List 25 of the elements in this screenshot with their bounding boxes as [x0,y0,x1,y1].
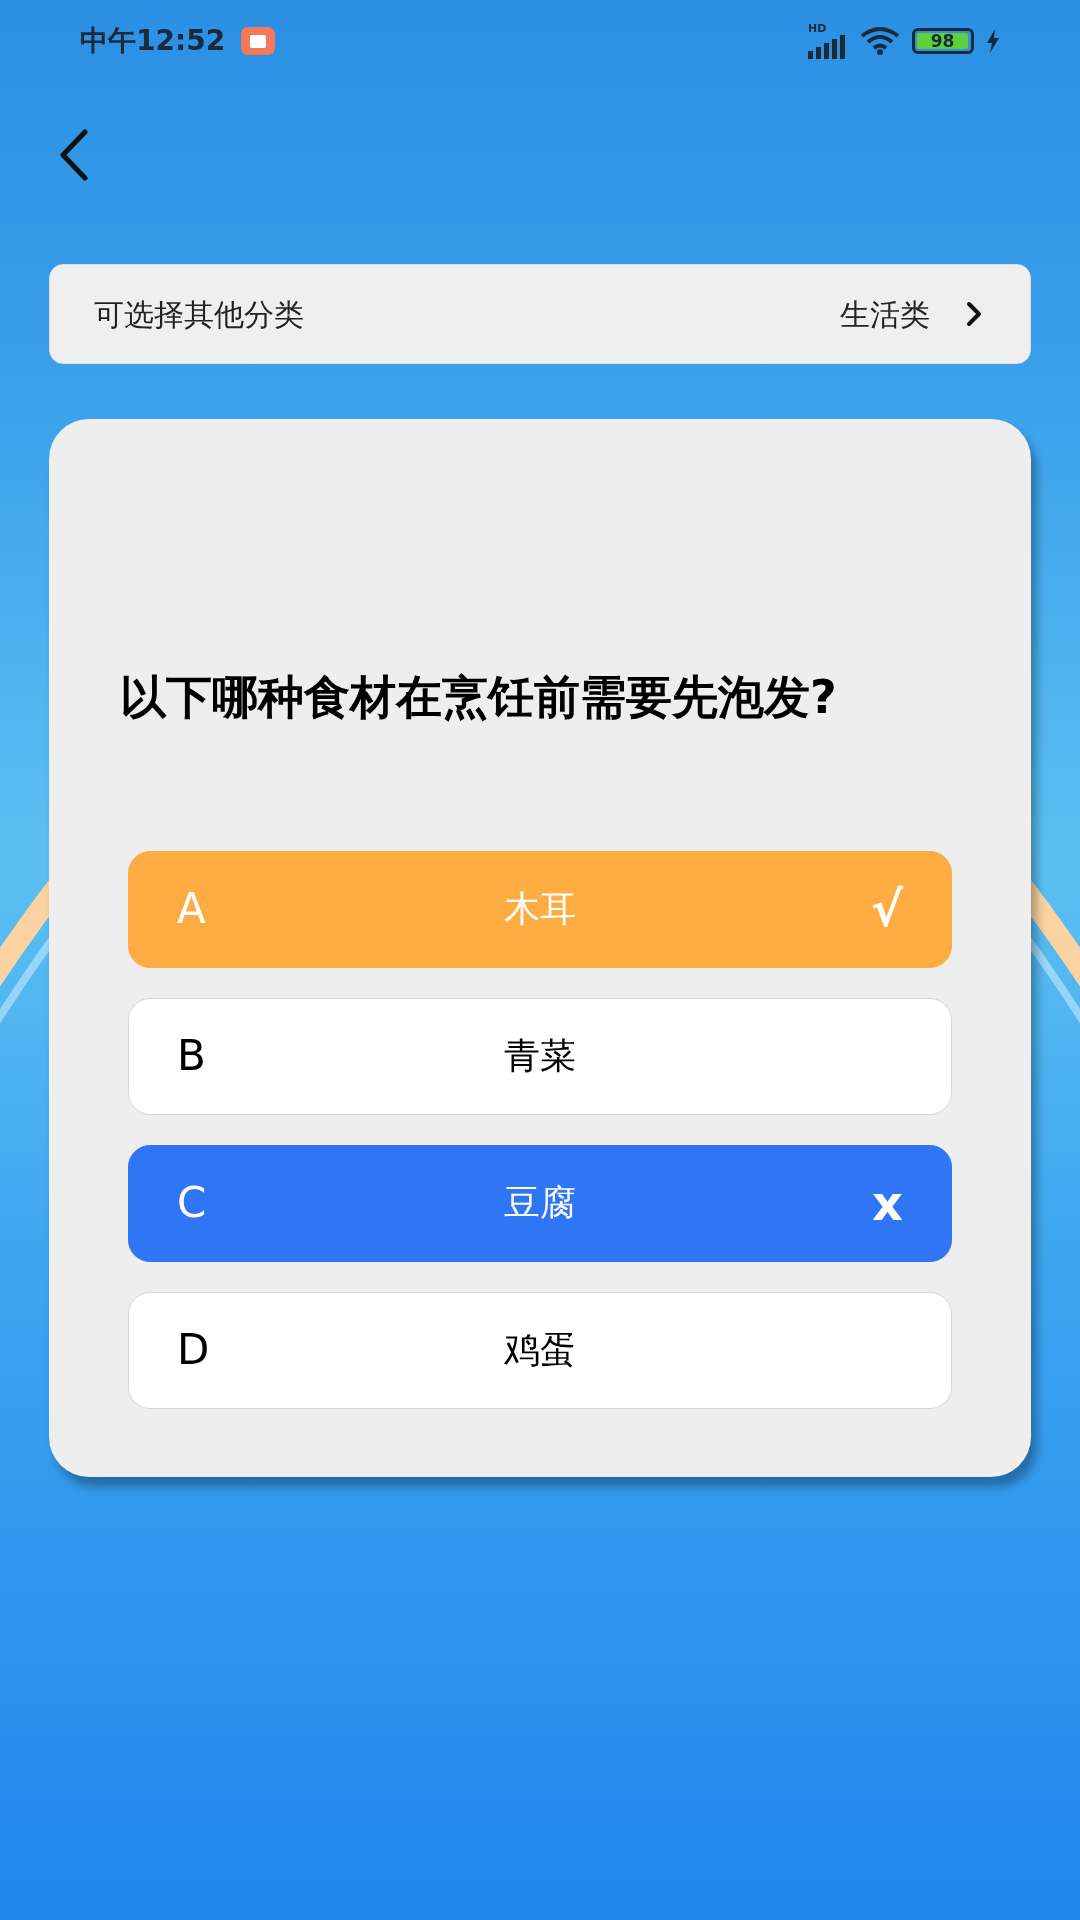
option-letter: C [177,1182,208,1225]
option-letter: D [177,1329,211,1372]
option-letter: B [177,1035,207,1078]
category-prompt: 可选择其他分类 [94,295,304,334]
cellular-signal-icon [808,35,848,59]
network-type-label: HD [808,23,827,34]
status-time: 中午12:52 [80,23,226,59]
cross-mark: x [871,1179,903,1228]
battery-icon: 98 [912,28,974,54]
category-selector[interactable]: 可选择其他分类 生活类 [49,264,1031,364]
wifi-icon [860,27,900,55]
question-text: 以下哪种食材在烹饪前需要先泡发? [120,669,838,726]
answer-option[interactable]: C 豆腐 x [128,1144,952,1262]
option-text: 青菜 [503,1038,577,1075]
check-mark: √ [870,885,903,934]
option-text: 豆腐 [503,1185,577,1222]
option-text: 木耳 [503,891,577,928]
option-text: 鸡蛋 [503,1332,577,1369]
charging-bolt-icon [986,29,1000,53]
answer-option[interactable]: D 鸡蛋 [128,1291,952,1409]
category-value: 生活类 [840,295,930,334]
option-letter: A [177,888,207,931]
answer-option[interactable]: B 青菜 [128,997,952,1115]
app-notification-icon [241,27,276,55]
chevron-right-icon [966,301,982,327]
